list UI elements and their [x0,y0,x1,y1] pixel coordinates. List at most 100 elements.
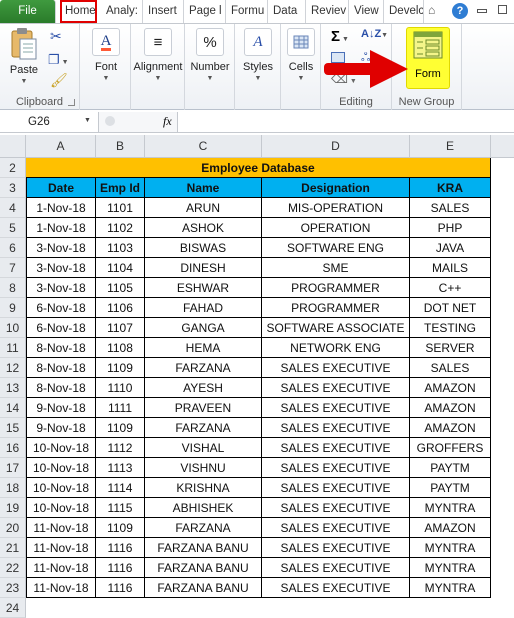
tab-analy[interactable]: Analy: [101,0,143,23]
table-cell[interactable]: KRISHNA [145,478,262,498]
table-cell[interactable]: SALES [410,198,491,218]
table-cell[interactable]: 1116 [96,558,145,578]
row-header[interactable]: 6 [0,238,26,258]
cells-button[interactable]: Cells ▼ [283,28,319,82]
table-cell[interactable]: 10-Nov-18 [26,478,96,498]
row-header[interactable]: 14 [0,398,26,418]
column-title-kra[interactable]: KRA [410,178,491,198]
table-cell[interactable]: SALES EXECUTIVE [262,398,410,418]
form-button[interactable]: Form [406,27,450,89]
table-cell[interactable]: AMAZON [410,518,491,538]
table-cell[interactable]: SOFTWARE ASSOCIATE [262,318,410,338]
column-header-b[interactable]: B [96,135,145,158]
column-header-c[interactable]: C [145,135,262,158]
table-cell[interactable]: AMAZON [410,418,491,438]
row-header[interactable]: 12 [0,358,26,378]
column-title-emp-id[interactable]: Emp Id [96,178,145,198]
table-cell[interactable]: 10-Nov-18 [26,458,96,478]
table-cell[interactable]: MYNTRA [410,558,491,578]
tab-pagel[interactable]: Page l [184,0,226,23]
table-cell[interactable]: 8-Nov-18 [26,358,96,378]
column-title-designation[interactable]: Designation [262,178,410,198]
column-title-name[interactable]: Name [145,178,262,198]
row-header[interactable]: 9 [0,298,26,318]
table-cell[interactable]: HEMA [145,338,262,358]
table-cell[interactable]: 6-Nov-18 [26,318,96,338]
table-cell[interactable]: NETWORK ENG [262,338,410,358]
table-cell[interactable]: SALES EXECUTIVE [262,418,410,438]
autosum-button[interactable]: Σ ▼ [331,28,349,45]
table-cell[interactable]: SOFTWARE ENG [262,238,410,258]
table-cell[interactable]: SALES EXECUTIVE [262,578,410,598]
table-cell[interactable]: 1109 [96,418,145,438]
copy-icon[interactable]: ❐ ▼ [48,52,69,68]
row-header[interactable]: 3 [0,178,26,198]
column-header-a[interactable]: A [26,135,96,158]
table-cell[interactable]: 11-Nov-18 [26,558,96,578]
table-cell[interactable]: SALES EXECUTIVE [262,458,410,478]
table-cell[interactable]: SALES EXECUTIVE [262,538,410,558]
row-header[interactable]: 2 [0,158,26,178]
table-cell[interactable]: 1109 [96,358,145,378]
chevron-down-icon[interactable]: ▼ [84,117,91,124]
table-cell[interactable]: GANGA [145,318,262,338]
tab-insert[interactable]: Insert [143,0,184,23]
table-cell[interactable]: VISHAL [145,438,262,458]
table-cell[interactable]: 1115 [96,498,145,518]
minimize-ribbon-icon[interactable]: ⌂ [428,3,435,17]
row-header[interactable]: 21 [0,538,26,558]
row-header[interactable]: 20 [0,518,26,538]
row-header[interactable]: 10 [0,318,26,338]
restore-icon[interactable] [498,5,507,14]
table-cell[interactable]: VISHNU [145,458,262,478]
table-cell[interactable]: 1109 [96,518,145,538]
tab-data[interactable]: Data [268,0,306,23]
column-header-f[interactable] [491,135,514,158]
cut-icon[interactable]: ✂ [50,28,62,45]
table-cell[interactable]: AMAZON [410,378,491,398]
name-box[interactable]: G26 [0,113,96,131]
row-header[interactable]: 5 [0,218,26,238]
table-cell[interactable]: 1-Nov-18 [26,198,96,218]
table-cell[interactable]: MIS-OPERATION [262,198,410,218]
table-cell[interactable]: C++ [410,278,491,298]
table-cell[interactable]: FARZANA BANU [145,558,262,578]
table-cell[interactable]: 8-Nov-18 [26,338,96,358]
table-cell[interactable]: ASHOK [145,218,262,238]
table-cell[interactable]: SALES EXECUTIVE [262,518,410,538]
table-cell[interactable]: PAYTM [410,458,491,478]
table-cell[interactable]: SALES EXECUTIVE [262,438,410,458]
table-cell[interactable]: OPERATION [262,218,410,238]
row-header[interactable]: 11 [0,338,26,358]
table-cell[interactable]: 1103 [96,238,145,258]
table-cell[interactable]: SALES EXECUTIVE [262,478,410,498]
table-cell[interactable]: 1113 [96,458,145,478]
tab-formu[interactable]: Formu [226,0,268,23]
table-cell[interactable]: SALES [410,358,491,378]
table-cell[interactable]: FARZANA BANU [145,538,262,558]
table-cell[interactable]: SME [262,258,410,278]
column-header-d[interactable]: D [262,135,410,158]
table-cell[interactable]: FAHAD [145,298,262,318]
table-cell[interactable]: 1106 [96,298,145,318]
table-cell[interactable]: 11-Nov-18 [26,538,96,558]
table-cell[interactable]: SALES EXECUTIVE [262,358,410,378]
insert-function-icon[interactable]: fx [163,114,172,129]
formula-input[interactable] [180,112,514,132]
table-cell[interactable]: 6-Nov-18 [26,298,96,318]
table-cell[interactable]: 11-Nov-18 [26,518,96,538]
table-cell[interactable]: 11-Nov-18 [26,578,96,598]
tab-reviev[interactable]: Reviev [306,0,349,23]
table-cell[interactable]: DOT NET [410,298,491,318]
row-header[interactable]: 8 [0,278,26,298]
paste-button[interactable]: Paste ▼ [6,27,42,85]
row-header[interactable]: 15 [0,418,26,438]
table-cell[interactable]: AMAZON [410,398,491,418]
row-header[interactable]: 17 [0,458,26,478]
dialog-launcher-icon[interactable] [68,99,75,106]
table-cell[interactable]: FARZANA [145,358,262,378]
tab-file[interactable]: File [0,0,56,23]
table-cell[interactable]: PROGRAMMER [262,298,410,318]
table-cell[interactable]: 9-Nov-18 [26,418,96,438]
alignment-button[interactable]: ≡ Alignment ▼ [131,28,185,82]
